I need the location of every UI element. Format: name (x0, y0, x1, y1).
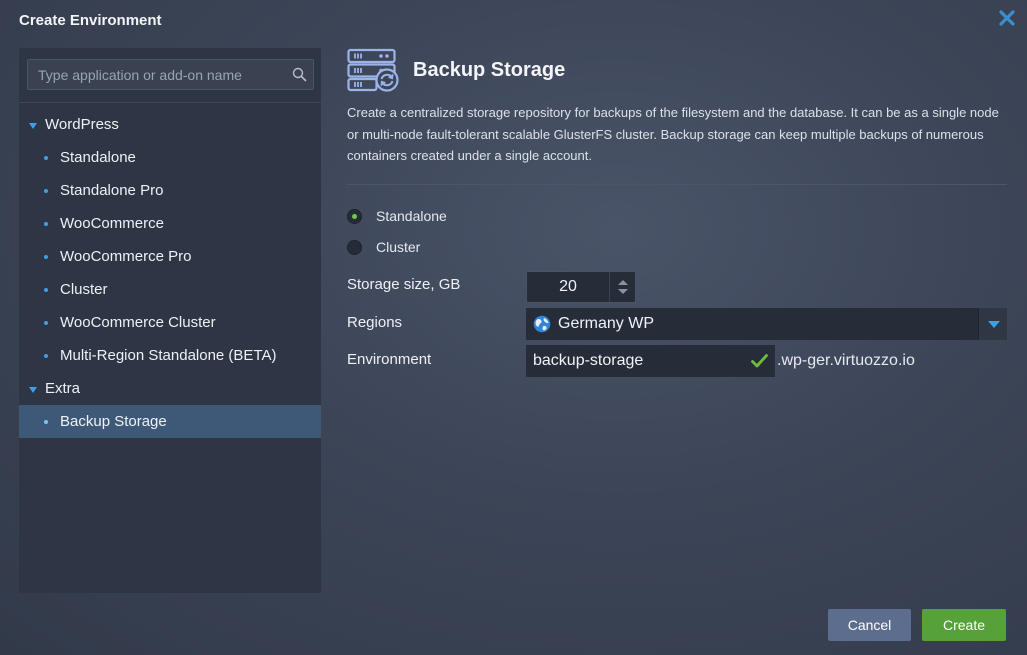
tree-item-label: WooCommerce Cluster (60, 314, 216, 331)
tree-group-label: Extra (45, 380, 81, 397)
domain-suffix: .wp-ger.virtuozzo.io (777, 352, 915, 369)
radio-cluster[interactable]: Cluster (347, 237, 420, 257)
radio-unselected-icon (347, 240, 362, 255)
checkmark-icon (751, 353, 768, 369)
regions-value: Germany WP (558, 315, 655, 332)
tree-item-label: Cluster (60, 281, 108, 298)
spinner (609, 272, 635, 302)
tree-item-label: Backup Storage (60, 413, 167, 430)
bullet-icon (44, 420, 48, 424)
tree-group-extra[interactable]: Extra (19, 372, 321, 405)
tree-item-woocommerce[interactable]: WooCommerce (19, 207, 321, 240)
tree-group-wordpress[interactable]: WordPress (19, 108, 321, 141)
radio-label: Cluster (376, 239, 421, 255)
caret-down-icon (29, 123, 37, 129)
dropdown-arrow-icon[interactable] (978, 308, 1007, 340)
globe-icon (533, 315, 551, 333)
storage-size-stepper (526, 271, 636, 303)
tree-item-woocommerce-pro[interactable]: WooCommerce Pro (19, 240, 321, 273)
bullet-icon (44, 255, 48, 259)
storage-server-icon (347, 48, 401, 92)
tree-item-woocommerce-cluster[interactable]: WooCommerce Cluster (19, 306, 321, 339)
sidebar-divider (19, 102, 321, 103)
page-title: Backup Storage (413, 59, 566, 81)
tree-item-label: Standalone Pro (60, 182, 164, 199)
description: Create a centralized storage repository … (347, 105, 999, 163)
environment-field (526, 345, 775, 377)
bullet-icon (44, 288, 48, 292)
search-box (27, 59, 314, 90)
search-input[interactable] (28, 60, 313, 89)
tree-item-backup-storage[interactable]: Backup Storage (19, 405, 321, 438)
storage-size-label: Storage size, GB (347, 276, 461, 293)
close-icon[interactable] (997, 8, 1017, 28)
tree-item-label: WooCommerce (60, 215, 164, 232)
radio-selected-icon (347, 209, 362, 224)
tree-item-standalone-pro[interactable]: Standalone Pro (19, 174, 321, 207)
regions-label: Regions (347, 314, 403, 331)
tree-item-label: Multi-Region Standalone (BETA) (60, 347, 277, 364)
cancel-button[interactable]: Cancel (828, 609, 911, 641)
tree-item-label: Standalone (60, 149, 136, 166)
bullet-icon (44, 354, 48, 358)
search-icon[interactable] (292, 67, 307, 82)
dialog-titlebar: Create Environment (0, 0, 1027, 42)
decrement-arrow-icon[interactable] (618, 289, 628, 294)
storage-size-input[interactable] (527, 272, 609, 302)
radio-standalone[interactable]: Standalone (347, 206, 447, 226)
create-button[interactable]: Create (922, 609, 1006, 641)
tree-item-multi-region-standalone[interactable]: Multi-Region Standalone (BETA) (19, 339, 321, 372)
bullet-icon (44, 189, 48, 193)
environment-input[interactable] (526, 345, 746, 377)
bullet-icon (44, 222, 48, 226)
bullet-icon (44, 156, 48, 160)
environment-label: Environment (347, 351, 432, 368)
tree-group-label: WordPress (45, 116, 119, 133)
dialog-title: Create Environment (19, 12, 162, 29)
radio-label: Standalone (376, 208, 447, 224)
increment-arrow-icon[interactable] (618, 280, 628, 285)
regions-select[interactable]: Germany WP (526, 308, 1007, 340)
divider (347, 184, 1007, 185)
bullet-icon (44, 321, 48, 325)
sidebar: WordPress Standalone Standalone Pro WooC… (19, 48, 321, 593)
tree-item-standalone[interactable]: Standalone (19, 141, 321, 174)
tree-item-label: WooCommerce Pro (60, 248, 192, 265)
caret-down-icon (29, 387, 37, 393)
app-tree: WordPress Standalone Standalone Pro WooC… (19, 108, 321, 438)
tree-item-cluster[interactable]: Cluster (19, 273, 321, 306)
